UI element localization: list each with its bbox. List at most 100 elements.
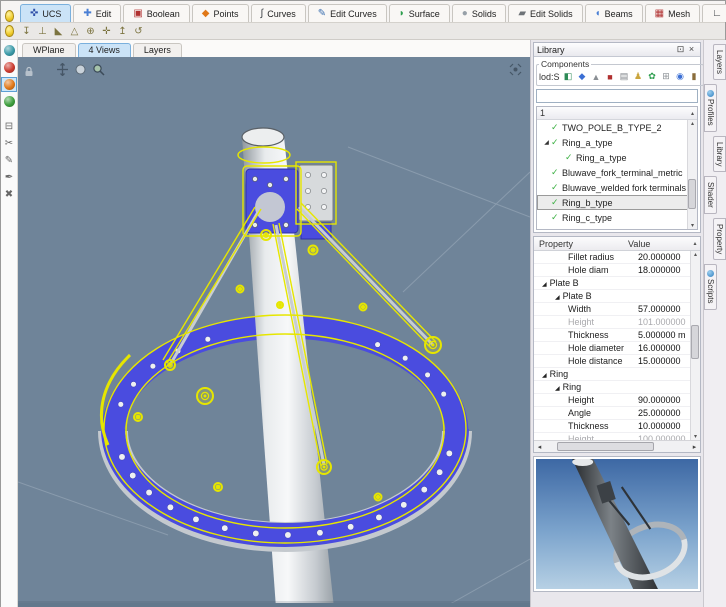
expander-icon[interactable]: ◢	[542, 373, 547, 379]
ucs-previous-icon[interactable]: ↺	[131, 24, 146, 38]
tree-item-ring-a-type[interactable]: ◢✓Ring_a_type	[537, 135, 697, 150]
ribbon-tab-edit-curves[interactable]: ✎Edit Curves	[308, 4, 387, 22]
ribbon-tab-solids[interactable]: ●Solids	[452, 4, 507, 22]
property-row-plate-b[interactable]: ◢Plate B	[534, 290, 700, 303]
ribbon-tab-beams[interactable]: ◖Beams	[585, 4, 643, 22]
tree-item-ring-a-type[interactable]: ✓Ring_a_type	[537, 150, 697, 165]
ucs-zaxis-icon[interactable]: ↥	[115, 24, 130, 38]
shaded-view-icon[interactable]	[1, 43, 17, 58]
tree-item-two-pole-b-type-2[interactable]: ✓TWO_POLE_B_TYPE_2	[537, 120, 697, 135]
expander-icon[interactable]: ◢	[555, 295, 560, 301]
component-person-icon[interactable]: ◉	[674, 70, 687, 83]
value-column-header[interactable]: Value	[628, 239, 690, 249]
property-row-height[interactable]: Height100.000000	[534, 433, 700, 440]
viewport-tab-wplane[interactable]: WPlane	[22, 43, 76, 57]
zoom-magnifier-icon[interactable]	[92, 63, 105, 76]
component-cylinder-icon[interactable]: ▮	[688, 70, 701, 83]
ucs-object-icon[interactable]: △	[67, 24, 82, 38]
scroll-up-icon[interactable]: ▴	[690, 240, 700, 247]
property-row-angle[interactable]: Angle25.000000	[534, 407, 700, 420]
scroll-down-icon[interactable]: ▾	[694, 433, 697, 440]
scroll-down-icon[interactable]: ▾	[691, 222, 694, 229]
component-copy-icon[interactable]: ⊞	[660, 70, 673, 83]
ribbon-tab-edit-solids[interactable]: ▰Edit Solids	[508, 4, 582, 22]
expander-icon[interactable]: ◢	[542, 139, 551, 146]
expander-icon[interactable]: ◢	[542, 282, 547, 288]
property-row-thickness[interactable]: Thickness5.000000 m	[534, 329, 700, 342]
scroll-right-icon[interactable]: ▸	[689, 443, 700, 451]
scroll-left-icon[interactable]: ◂	[534, 443, 545, 451]
scissors-icon[interactable]: ✂	[1, 136, 17, 151]
property-row-width[interactable]: Width57.000000	[534, 303, 700, 316]
component-red-box-icon[interactable]: ■	[604, 70, 617, 83]
ribbon-tab-dimension[interactable]: ∟Dimension	[702, 4, 726, 22]
green-material-icon[interactable]	[1, 94, 17, 109]
ucs-world-icon[interactable]: ↧	[19, 24, 34, 38]
dock-tab-profiles[interactable]: Profiles	[704, 84, 717, 132]
print-icon[interactable]: ⊟	[1, 119, 17, 134]
viewport-tab-layers[interactable]: Layers	[133, 43, 182, 57]
property-row-plate-b[interactable]: ◢Plate B	[534, 277, 700, 290]
scroll-up-icon[interactable]: ▴	[694, 251, 697, 258]
hint-bulb-icon[interactable]	[5, 25, 14, 37]
scrollbar-thumb[interactable]	[557, 442, 655, 451]
ribbon-tab-ucs[interactable]: ✜UCS	[20, 4, 71, 22]
scroll-up-icon[interactable]: ▴	[691, 110, 694, 117]
component-flask-icon[interactable]: ▲	[590, 70, 603, 83]
component-new-icon[interactable]: ◧	[562, 70, 575, 83]
ribbon-tab-mesh[interactable]: ▦Mesh	[645, 4, 700, 22]
render-ring-icon[interactable]	[1, 60, 17, 75]
ucs-3point-icon[interactable]: ◣	[51, 24, 66, 38]
tree-scrollbar[interactable]: ▴ ▾	[687, 120, 697, 229]
ribbon-tab-boolean[interactable]: ▣Boolean	[123, 4, 189, 22]
property-row-height[interactable]: Height90.000000	[534, 394, 700, 407]
lock-icon[interactable]	[22, 65, 35, 78]
expander-icon[interactable]: ◢	[555, 386, 560, 392]
dock-tab-library[interactable]: Library	[713, 136, 726, 172]
component-filter-input[interactable]	[536, 89, 698, 103]
orbit-sphere-icon[interactable]	[74, 63, 87, 76]
orange-material-icon[interactable]	[1, 77, 17, 92]
property-column-header[interactable]: Property	[534, 239, 628, 249]
component-blue-icon[interactable]: ◆	[576, 70, 589, 83]
property-row-fillet-radius[interactable]: Fillet radius20.000000	[534, 251, 700, 264]
ribbon-tab-edit[interactable]: ✚Edit	[73, 4, 121, 22]
property-row-hole-diameter[interactable]: Hole diameter16.000000	[534, 342, 700, 355]
hint-bulb-icon[interactable]	[5, 10, 14, 22]
property-scrollbar[interactable]: ▴ ▾	[690, 251, 700, 440]
pin-icon[interactable]: ⊡	[675, 44, 686, 55]
dock-tab-property[interactable]: Property	[713, 218, 726, 260]
dock-tab-layers[interactable]: Layers	[713, 44, 726, 80]
viewport-3d[interactable]	[18, 57, 530, 607]
component-document-icon[interactable]: ▤	[618, 70, 631, 83]
property-row-hole-diam[interactable]: Hole diam18.000000	[534, 264, 700, 277]
property-row-height[interactable]: Height101.000000	[534, 316, 700, 329]
pen-icon[interactable]: ✒	[1, 170, 17, 185]
tree-item-ring-b-type[interactable]: ✓Ring_b_type	[537, 195, 697, 210]
property-row-ring[interactable]: ◢Ring	[534, 368, 700, 381]
ucs-origin-icon[interactable]: ⊕	[83, 24, 98, 38]
tree-item-bluwave-welded-fork-terminals[interactable]: ✓Bluwave_welded fork terminals	[537, 180, 697, 195]
transform-icon[interactable]: ✖	[1, 187, 17, 202]
property-row-hole-distance[interactable]: Hole distance15.000000	[534, 355, 700, 368]
tree-item-ring-c-type[interactable]: ✓Ring_c_type	[537, 210, 697, 225]
pan-arrows-icon[interactable]	[56, 63, 69, 76]
dock-tab-scripts[interactable]: Scripts	[704, 264, 717, 309]
ucs-face-icon[interactable]: ⊥	[35, 24, 50, 38]
edit-selection-icon[interactable]: ✎	[1, 153, 17, 168]
ucs-move-icon[interactable]: ✛	[99, 24, 114, 38]
property-hscrollbar[interactable]: ◂ ▸	[534, 440, 700, 452]
scrollbar-thumb[interactable]	[688, 179, 696, 209]
scrollbar-thumb[interactable]	[691, 325, 699, 359]
ribbon-tab-points[interactable]: ◆Points	[192, 4, 249, 22]
ribbon-tab-surface[interactable]: ◗Surface	[389, 4, 450, 22]
dock-tab-shader[interactable]: Shader	[704, 176, 717, 214]
ribbon-tab-curves[interactable]: ∫Curves	[251, 4, 306, 22]
component-figure-icon[interactable]: ♟	[632, 70, 645, 83]
property-row-ring[interactable]: ◢Ring	[534, 381, 700, 394]
fit-view-icon[interactable]	[509, 63, 522, 76]
property-row-thickness[interactable]: Thickness10.000000	[534, 420, 700, 433]
scroll-up-icon[interactable]: ▴	[691, 120, 694, 127]
viewport-tab-4-views[interactable]: 4 Views	[78, 43, 131, 57]
tree-item-bluwave-fork-terminal-metric[interactable]: ✓Bluwave_fork_terminal_metric	[537, 165, 697, 180]
